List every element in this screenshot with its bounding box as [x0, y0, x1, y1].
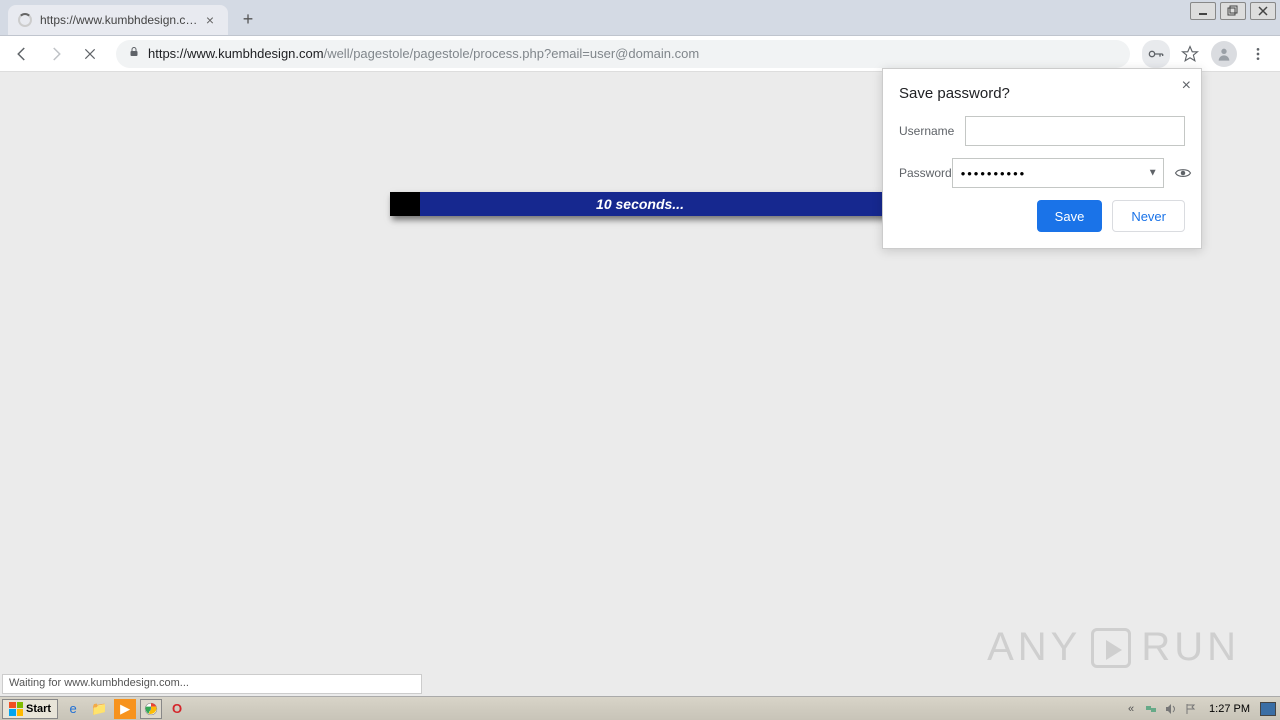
close-dialog-button[interactable]: ×: [1182, 77, 1191, 95]
dialog-title: Save password?: [899, 85, 1185, 102]
save-button[interactable]: Save: [1037, 200, 1103, 232]
tray-volume-icon[interactable]: [1163, 701, 1179, 717]
never-button[interactable]: Never: [1112, 200, 1185, 232]
loading-spinner-icon: [18, 13, 32, 27]
save-password-dialog: × Save password? Username Password ▼ Sav…: [882, 68, 1202, 249]
profile-avatar[interactable]: [1210, 40, 1238, 68]
chrome-taskbar-icon[interactable]: [140, 699, 162, 719]
username-input[interactable]: [965, 116, 1185, 146]
browser-toolbar: https://www.kumbhdesign.com/well/pagesto…: [0, 36, 1280, 72]
show-password-icon[interactable]: [1174, 164, 1192, 182]
forward-button[interactable]: [42, 40, 70, 68]
browser-tab[interactable]: https://www.kumbhdesign.com/well ×: [8, 5, 228, 35]
close-tab-button[interactable]: ×: [202, 12, 218, 28]
progress-bar: 10 seconds...: [390, 192, 890, 216]
start-label: Start: [26, 703, 51, 715]
tray-expand-icon[interactable]: «: [1123, 701, 1139, 717]
stop-button[interactable]: [76, 40, 104, 68]
windows-logo-icon: [9, 702, 23, 716]
tray-flag-icon[interactable]: [1183, 701, 1199, 717]
star-icon[interactable]: [1176, 40, 1204, 68]
start-button[interactable]: Start: [2, 699, 58, 719]
window-controls: [1190, 2, 1276, 20]
minimize-button[interactable]: [1190, 2, 1216, 20]
close-window-button[interactable]: [1250, 2, 1276, 20]
clock[interactable]: 1:27 PM: [1203, 703, 1256, 715]
ie-icon[interactable]: e: [62, 699, 84, 719]
new-tab-button[interactable]: +: [234, 5, 262, 33]
tab-title: https://www.kumbhdesign.com/well: [40, 13, 202, 27]
tray-network-icon[interactable]: [1143, 701, 1159, 717]
show-desktop-button[interactable]: [1260, 702, 1276, 716]
lock-icon: [128, 46, 140, 61]
progress-text: 10 seconds...: [390, 192, 890, 216]
menu-icon[interactable]: [1244, 40, 1272, 68]
status-bar: Waiting for www.kumbhdesign.com...: [2, 674, 422, 694]
taskbar: Start e 📁 ▶ O « 1:27 PM: [0, 696, 1280, 720]
key-icon[interactable]: [1142, 40, 1170, 68]
address-bar[interactable]: https://www.kumbhdesign.com/well/pagesto…: [116, 40, 1130, 68]
url-path: /well/pagestole/pagestole/process.php?em…: [324, 46, 700, 61]
explorer-icon[interactable]: 📁: [88, 699, 110, 719]
password-input[interactable]: [952, 158, 1164, 188]
tab-strip: https://www.kumbhdesign.com/well × +: [0, 0, 1280, 36]
maximize-button[interactable]: [1220, 2, 1246, 20]
url-host: https://www.kumbhdesign.com: [148, 46, 324, 61]
media-icon[interactable]: ▶: [114, 699, 136, 719]
password-label: Password: [899, 166, 952, 180]
system-tray: « 1:27 PM: [1123, 701, 1280, 717]
username-label: Username: [899, 124, 965, 138]
back-button[interactable]: [8, 40, 36, 68]
password-dropdown-icon[interactable]: ▼: [1148, 168, 1158, 179]
opera-icon[interactable]: O: [166, 699, 188, 719]
